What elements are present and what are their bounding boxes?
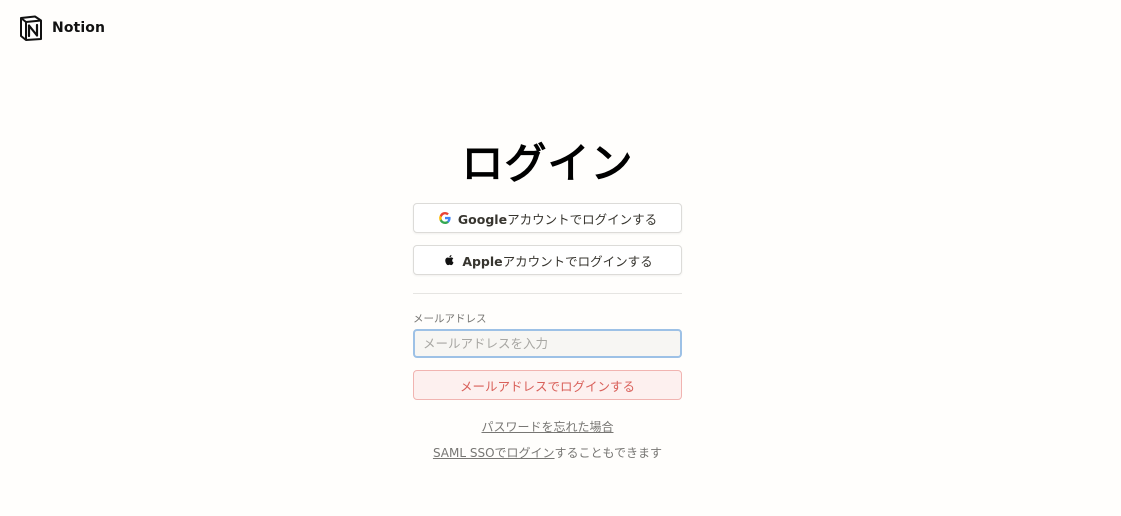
email-label: メールアドレス [413,313,487,325]
header: Notion [18,14,105,42]
google-icon [438,211,452,225]
brand-name: Notion [52,20,106,36]
forgot-password-row: パスワードを忘れた場合 [413,418,682,435]
email-input[interactable] [413,329,682,358]
apple-login-label: Appleアカウントでログインする [462,253,653,269]
apple-login-button[interactable]: Appleアカウントでログインする [413,245,682,275]
page-title: ログイン [461,139,634,188]
google-login-label: Googleアカウントでログインする [457,211,658,227]
google-login-button[interactable]: Googleアカウントでログインする [413,203,682,233]
saml-row: SAML SSOでログインすることもできます [373,444,722,461]
email-login-button[interactable]: メールアドレスでログインする [413,370,682,400]
apple-icon [442,253,456,267]
notion-logo-icon[interactable] [18,14,44,42]
divider [413,293,682,294]
saml-suffix-text: することもできます [554,446,663,460]
saml-sso-link[interactable]: SAML SSOでログイン [433,446,555,460]
forgot-password-link[interactable]: パスワードを忘れた場合 [481,420,613,434]
